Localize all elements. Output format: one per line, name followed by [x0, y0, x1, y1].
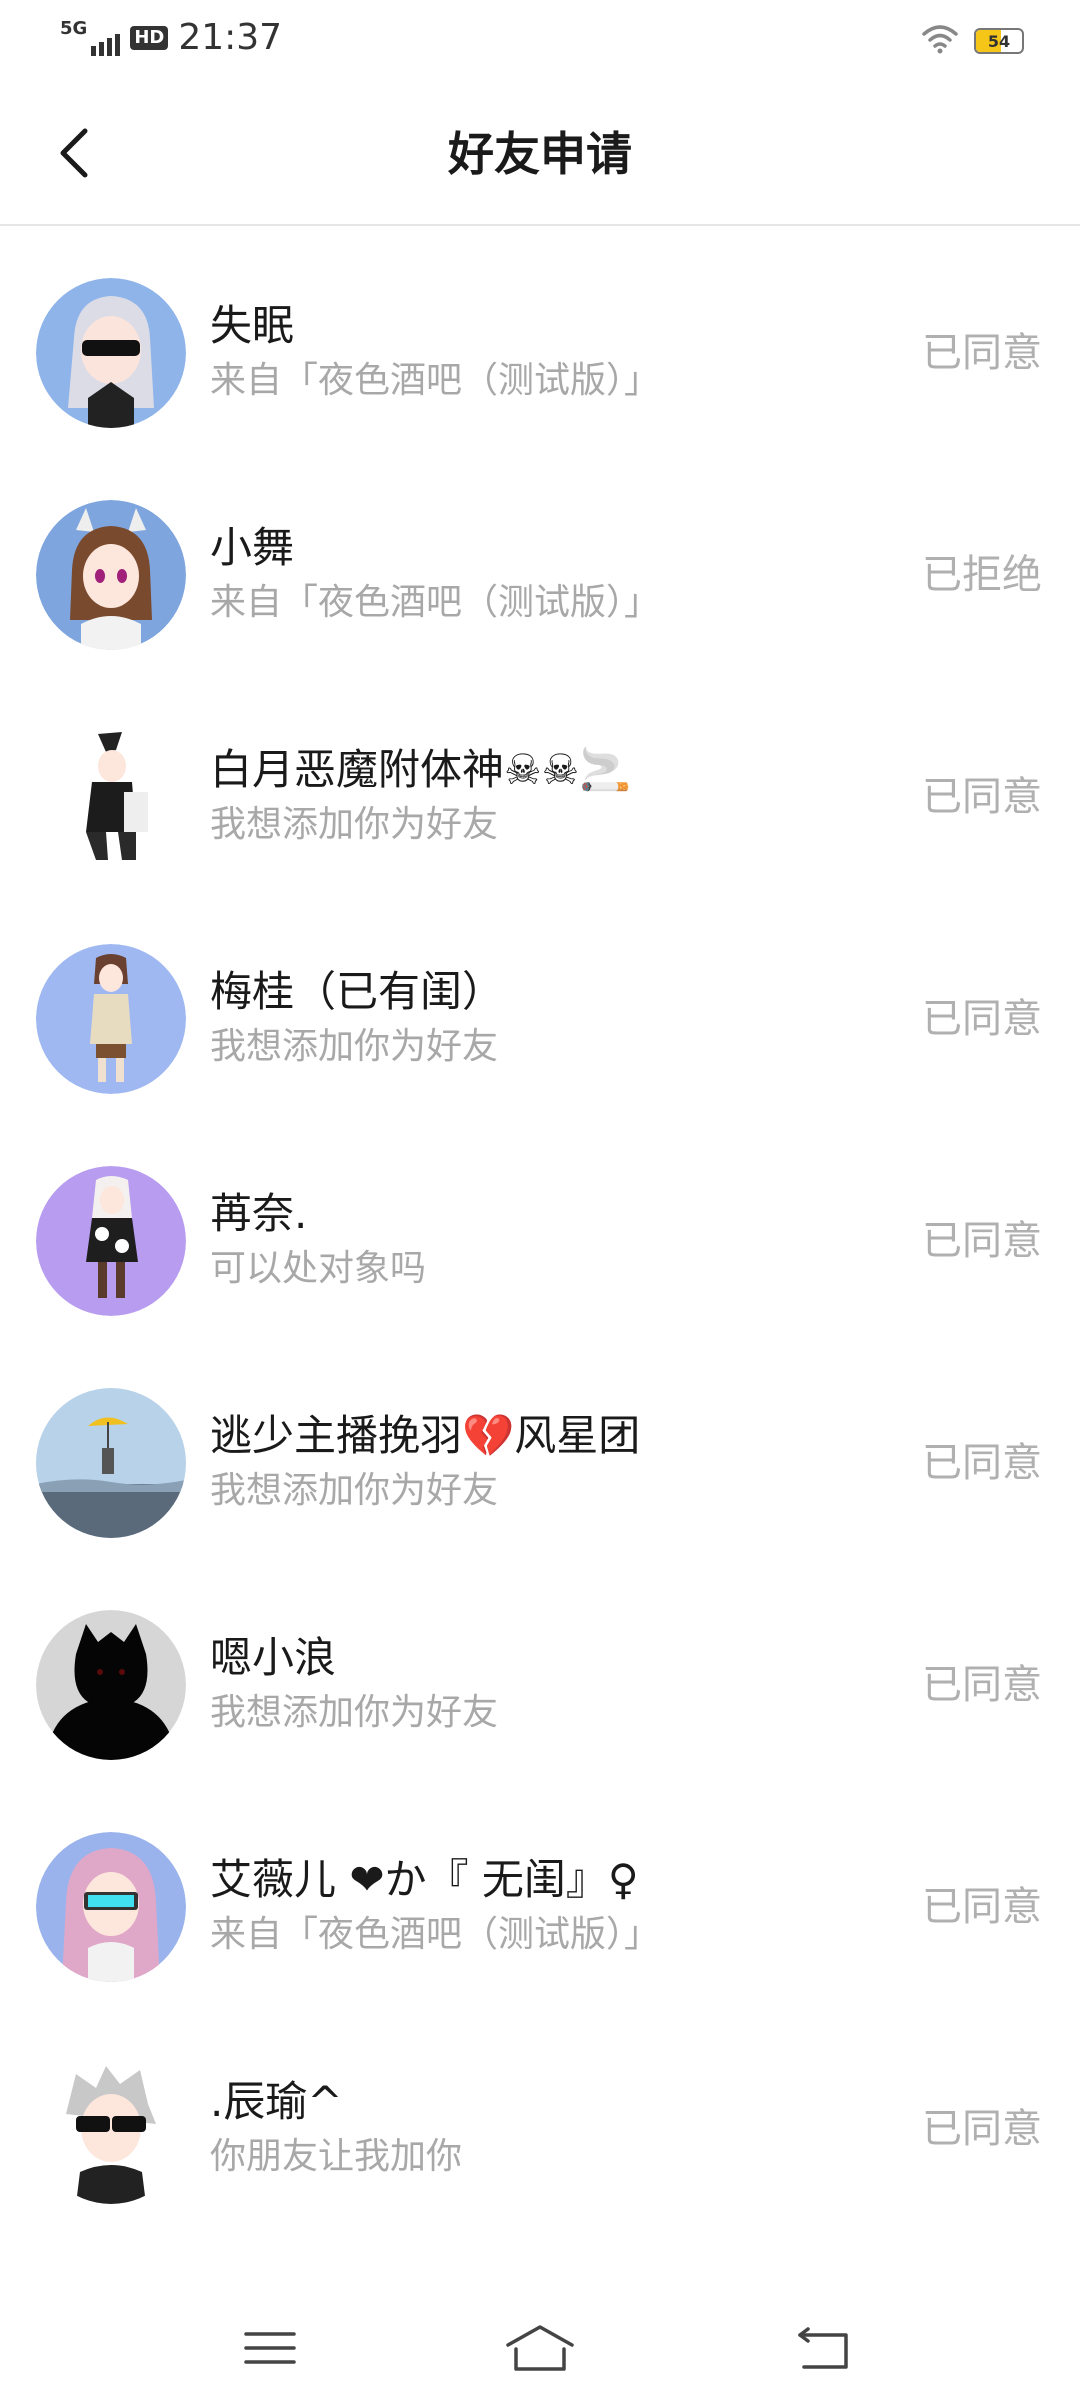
- request-message: 来自「夜色酒吧（测试版）」: [210, 582, 661, 623]
- request-status: 已同意: [922, 996, 1042, 1042]
- nav-menu-button[interactable]: [210, 2308, 330, 2388]
- request-status: 已同意: [922, 330, 1042, 376]
- request-message: 可以处对象吗: [210, 1248, 427, 1289]
- request-message: 我想添加你为好友: [210, 1692, 499, 1733]
- request-status: 已同意: [922, 1218, 1042, 1264]
- avatar[interactable]: [36, 2054, 186, 2204]
- nav-bar: [0, 2288, 1080, 2408]
- request-message: 你朋友让我加你: [210, 2136, 463, 2177]
- avatar[interactable]: [36, 1610, 186, 1760]
- battery-level: 54: [987, 31, 1011, 51]
- page-title: 好友申请: [448, 127, 632, 181]
- avatar[interactable]: [36, 722, 186, 872]
- home-icon: [506, 2325, 574, 2371]
- request-message: 来自「夜色酒吧（测试版）」: [210, 1914, 661, 1955]
- network-type: 5G: [60, 18, 88, 39]
- avatar[interactable]: [36, 278, 186, 428]
- nav-back-button[interactable]: [764, 2308, 884, 2388]
- request-status: 已同意: [922, 1662, 1042, 1708]
- request-message: 我想添加你为好友: [210, 1470, 499, 1511]
- request-status: 已同意: [922, 774, 1042, 820]
- avatar[interactable]: [36, 1388, 186, 1538]
- list-item[interactable]: .辰瑜^ 你朋友让我加你 已同意: [0, 2004, 1080, 2226]
- back-icon: [798, 2327, 848, 2369]
- avatar[interactable]: [36, 1832, 186, 1982]
- requester-name: 小舞: [210, 523, 295, 572]
- nav-home-button[interactable]: [480, 2308, 600, 2388]
- hd-icon: HD: [130, 26, 169, 50]
- request-message: 来自「夜色酒吧（测试版）」: [210, 360, 661, 401]
- avatar[interactable]: [36, 944, 186, 1094]
- list-item[interactable]: 苒奈. 可以处对象吗 已同意: [0, 1116, 1080, 1338]
- list-item[interactable]: 白月恶魔附体神☠☠🚬 我想添加你为好友 已同意: [0, 672, 1080, 894]
- request-status: 已同意: [922, 1884, 1042, 1930]
- request-status: 已拒绝: [922, 552, 1042, 598]
- battery-icon: 54: [974, 28, 1024, 54]
- list-item[interactable]: 梅桂（已有闺） 我想添加你为好友 已同意: [0, 894, 1080, 1116]
- request-message: 我想添加你为好友: [210, 804, 499, 845]
- requester-name: 梅桂（已有闺）: [210, 967, 505, 1016]
- requester-name: 苒奈.: [210, 1189, 308, 1238]
- request-status: 已同意: [922, 1440, 1042, 1486]
- friend-request-list: 失眠 来自「夜色酒吧（测试版）」 已同意 小舞 来自「夜色酒吧（测试版）」 已拒…: [0, 228, 1080, 2226]
- list-item[interactable]: 失眠 来自「夜色酒吧（测试版）」 已同意: [0, 228, 1080, 450]
- status-time: 21:37: [178, 17, 283, 58]
- request-message: 我想添加你为好友: [210, 1026, 499, 1067]
- requester-name: 嗯小浪: [210, 1633, 337, 1682]
- avatar[interactable]: [36, 500, 186, 650]
- request-status: 已同意: [922, 2106, 1042, 2152]
- requester-name: 逃少主播挽羽💔风星团: [210, 1411, 641, 1460]
- requester-name: 失眠: [210, 301, 295, 350]
- requester-name: 艾薇儿 ❤か『 无闺』♀: [210, 1855, 639, 1904]
- requester-name: .辰瑜^: [210, 2077, 343, 2126]
- status-left: 5G HD 21:37: [60, 18, 282, 58]
- status-right: 54: [922, 24, 1024, 58]
- list-item[interactable]: 逃少主播挽羽💔风星团 我想添加你为好友 已同意: [0, 1338, 1080, 1560]
- list-item[interactable]: 嗯小浪 我想添加你为好友 已同意: [0, 1560, 1080, 1782]
- list-item[interactable]: 小舞 来自「夜色酒吧（测试版）」 已拒绝: [0, 450, 1080, 672]
- status-bar: 5G HD 21:37 54: [0, 0, 1080, 88]
- menu-icon: [244, 2332, 296, 2364]
- wifi-icon: [922, 24, 958, 58]
- signal-icon: 5G: [60, 18, 121, 56]
- header: 好友申请: [0, 88, 1080, 226]
- partial-list-item: [96, 2276, 130, 2284]
- requester-name: 白月恶魔附体神☠☠🚬: [210, 745, 632, 794]
- list-item[interactable]: 艾薇儿 ❤か『 无闺』♀ 来自「夜色酒吧（测试版）」 已同意: [0, 1782, 1080, 2004]
- avatar[interactable]: [36, 1166, 186, 1316]
